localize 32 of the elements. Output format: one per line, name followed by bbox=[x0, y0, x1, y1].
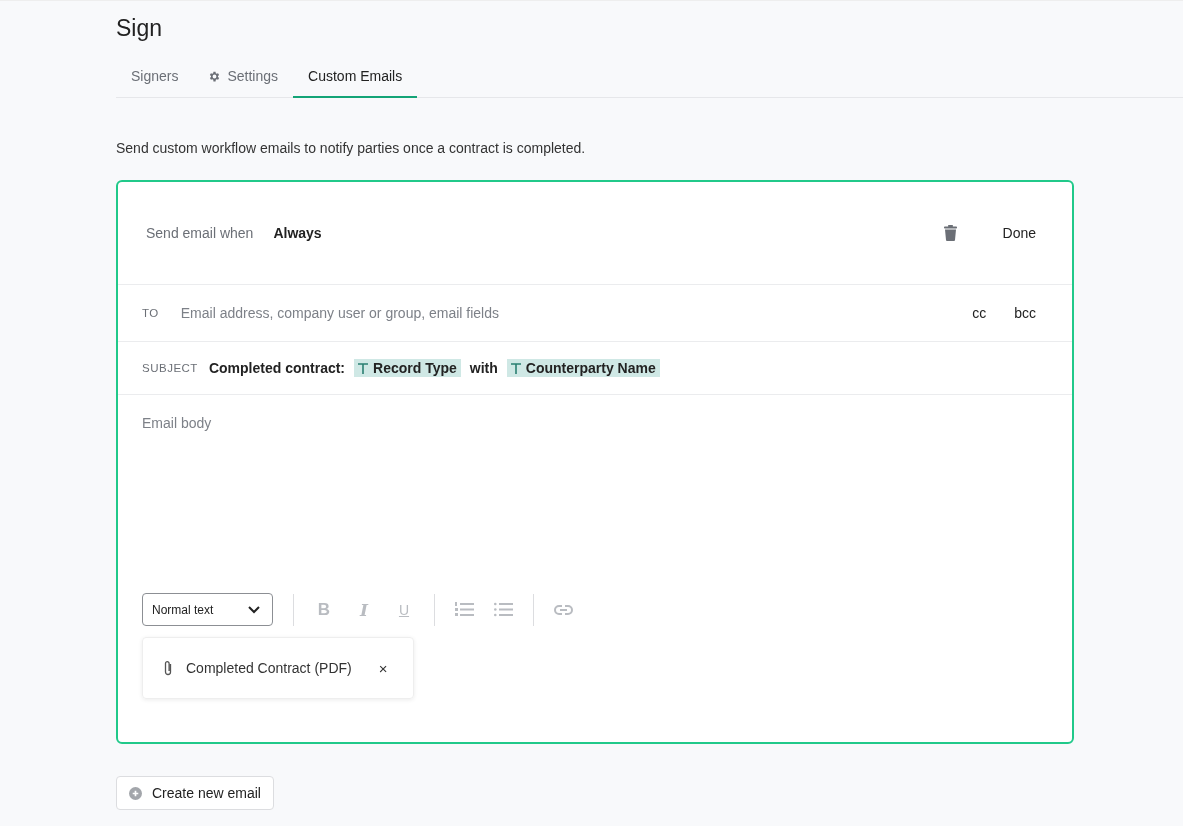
subject-text: Completed contract: bbox=[208, 360, 346, 376]
paperclip-icon bbox=[163, 659, 173, 677]
remove-attachment-button[interactable]: × bbox=[378, 659, 388, 677]
plus-circle-icon bbox=[129, 786, 142, 800]
text-field-icon bbox=[358, 362, 369, 374]
description-text: Send custom workflow emails to notify parties once a contract is completed. bbox=[116, 140, 587, 156]
attachment-name: Completed Contract (PDF) bbox=[186, 660, 352, 676]
text-field-icon bbox=[510, 362, 521, 374]
field-token[interactable]: Counterparty Name bbox=[506, 359, 660, 377]
condition-label: Send email when bbox=[146, 225, 254, 241]
cc-button[interactable]: cc bbox=[956, 305, 987, 321]
subject-text: with bbox=[469, 360, 498, 376]
tab[interactable]: Settings bbox=[193, 68, 294, 98]
done-button[interactable]: Done bbox=[986, 225, 1036, 241]
delete-icon[interactable] bbox=[943, 225, 957, 241]
subject-label: SUBJECT bbox=[142, 362, 198, 374]
email-body-placeholder[interactable]: Email body bbox=[142, 415, 212, 431]
numbered-list-icon[interactable] bbox=[455, 602, 474, 617]
bcc-button[interactable]: bcc bbox=[998, 305, 1036, 321]
page-title: Sign bbox=[116, 15, 164, 42]
field-token[interactable]: Record Type bbox=[354, 359, 461, 377]
tab[interactable]: Custom Emails bbox=[293, 68, 418, 98]
to-label: TO bbox=[142, 307, 159, 319]
tab[interactable]: Signers bbox=[116, 68, 194, 98]
bullet-list-icon[interactable] bbox=[494, 602, 513, 617]
chevron-down-icon bbox=[248, 605, 260, 614]
create-email-button[interactable]: Create new email bbox=[116, 776, 274, 810]
link-icon[interactable] bbox=[554, 604, 573, 615]
settings-icon bbox=[208, 69, 222, 83]
recipient-field[interactable]: Email address, company user or group, email fields bbox=[178, 304, 945, 322]
condition-value[interactable]: Always bbox=[273, 225, 322, 241]
text-style-dropdown[interactable]: Normal text bbox=[142, 593, 273, 626]
